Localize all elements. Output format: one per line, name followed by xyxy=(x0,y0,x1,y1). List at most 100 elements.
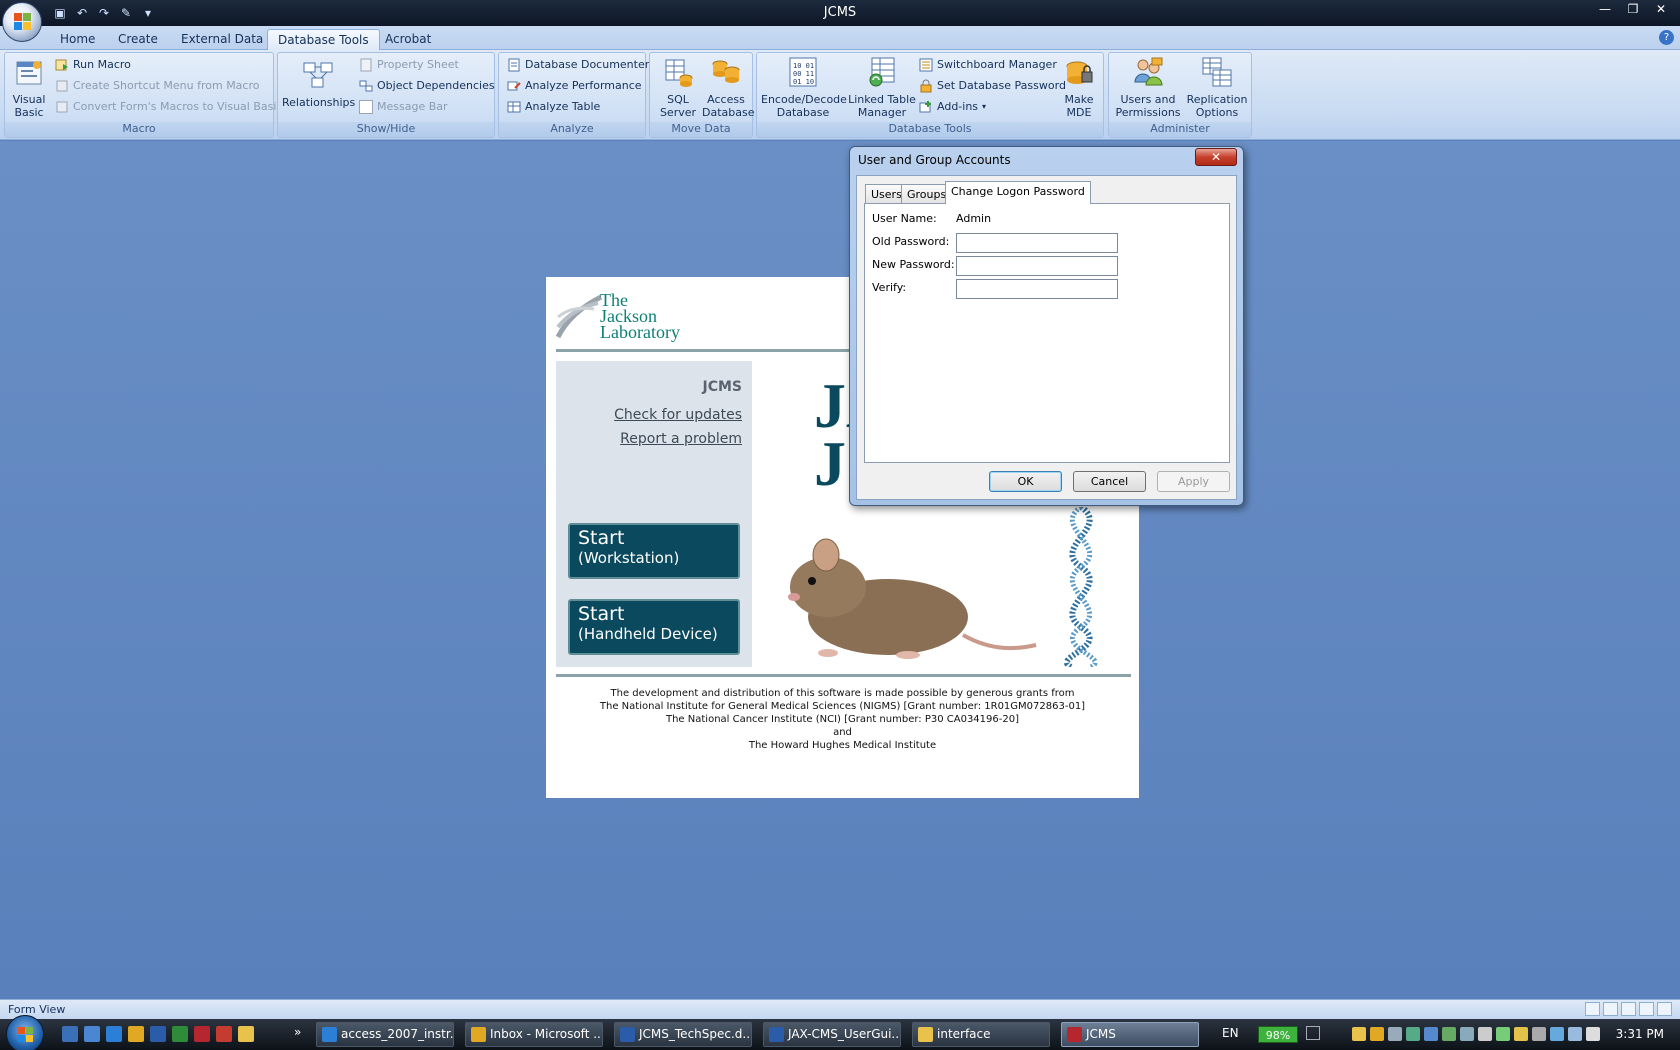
antivirus-icon[interactable] xyxy=(1496,1027,1510,1041)
settings-tray-icon[interactable] xyxy=(1388,1027,1402,1041)
wireless-icon[interactable] xyxy=(1568,1027,1582,1041)
property-sheet-button[interactable]: Property Sheet xyxy=(359,55,459,75)
apply-button[interactable]: Apply xyxy=(1157,471,1230,492)
mail-icon[interactable] xyxy=(1352,1027,1366,1041)
more-quicklaunch-icon[interactable]: » xyxy=(294,1025,301,1039)
sql-server-icon xyxy=(665,59,693,87)
taskbar-item[interactable]: JAX-CMS_UserGui... xyxy=(763,1022,901,1047)
taskbar-item[interactable]: interface xyxy=(912,1022,1050,1047)
access-database-button[interactable]: Access Database xyxy=(702,56,755,119)
old-password-field[interactable] xyxy=(956,233,1118,253)
network-icon[interactable] xyxy=(1306,1026,1320,1040)
relationships-button[interactable]: Relationships xyxy=(282,59,355,109)
access-icon[interactable] xyxy=(194,1026,210,1042)
tab-change-logon-password[interactable]: Change Logon Password xyxy=(945,181,1091,204)
restore-icon[interactable]: ❐ xyxy=(1620,0,1646,18)
make-mde-button[interactable]: Make MDE xyxy=(1057,56,1101,119)
start-workstation-sub: (Workstation) xyxy=(578,549,680,567)
ok-button[interactable]: OK xyxy=(989,471,1062,492)
show-desktop-icon[interactable] xyxy=(62,1026,78,1042)
cancel-button[interactable]: Cancel xyxy=(1073,471,1146,492)
analyze-performance-button[interactable]: Analyze Performance xyxy=(507,76,642,96)
start-workstation-button[interactable]: Start (Workstation) xyxy=(568,523,740,579)
create-shortcut-menu-button[interactable]: Create Shortcut Menu from Macro xyxy=(55,76,259,96)
office-button[interactable] xyxy=(2,2,42,42)
tab-database-tools[interactable]: Database Tools xyxy=(267,29,380,50)
user-name-label: User Name: xyxy=(872,212,937,225)
group-macro: Visual Basic Run Macro Create Shortcut M… xyxy=(4,52,282,138)
form-view-icon[interactable] xyxy=(1585,1002,1600,1016)
dialog-close-button[interactable]: ✕ xyxy=(1195,148,1237,166)
sync-icon[interactable] xyxy=(1424,1027,1438,1041)
security-icon[interactable] xyxy=(1406,1027,1420,1041)
message-bar-checkbox[interactable]: Message Bar xyxy=(359,97,448,117)
datasheet-view-icon[interactable] xyxy=(1603,1002,1618,1016)
sql-server-button[interactable]: SQL Server xyxy=(656,56,700,119)
display-icon[interactable] xyxy=(1550,1027,1564,1041)
taskbar-item[interactable]: JCMS_TechSpec.d... xyxy=(614,1022,752,1047)
taskbar-item[interactable]: Inbox - Microsoft ... xyxy=(465,1022,603,1047)
group-administer: Users and Permissions Replication Option… xyxy=(1108,52,1252,138)
taskbar-item-label: JCMS_TechSpec.d... xyxy=(639,1027,752,1041)
mode-icon[interactable]: ✎ xyxy=(116,3,136,23)
tab-external-data[interactable]: External Data xyxy=(171,29,273,50)
acrobat-icon[interactable] xyxy=(216,1026,232,1042)
undo-icon[interactable]: ↶ xyxy=(72,3,92,23)
analyze-table-button[interactable]: Analyze Table xyxy=(507,97,600,117)
database-documenter-button[interactable]: Database Documenter xyxy=(507,55,649,75)
help-icon[interactable]: ? xyxy=(1659,30,1674,45)
usb-icon[interactable] xyxy=(1532,1027,1546,1041)
switchboard-manager-button[interactable]: Switchboard Manager xyxy=(919,55,1057,75)
make-mde-label: Make MDE xyxy=(1064,93,1094,119)
linked-table-manager-button[interactable]: Linked Table Manager xyxy=(847,56,917,119)
outlook-tray-icon[interactable] xyxy=(1370,1027,1384,1041)
object-dependencies-button[interactable]: Object Dependencies xyxy=(359,76,495,96)
tab-acrobat[interactable]: Acrobat xyxy=(375,29,441,50)
ie-icon[interactable] xyxy=(106,1026,122,1042)
volume-icon[interactable] xyxy=(1586,1027,1600,1041)
update-icon[interactable] xyxy=(1442,1027,1456,1041)
battery-indicator[interactable]: 98% xyxy=(1258,1026,1298,1043)
footer-divider xyxy=(556,674,1131,677)
check-updates-link[interactable]: Check for updates xyxy=(614,407,742,423)
close-icon[interactable]: ✕ xyxy=(1648,0,1674,18)
switch-windows-icon[interactable] xyxy=(84,1026,100,1042)
outlook-icon[interactable] xyxy=(128,1026,144,1042)
save-icon[interactable]: ▣ xyxy=(50,3,70,23)
verify-password-field[interactable] xyxy=(956,279,1118,299)
linked-table-manager-icon xyxy=(869,57,895,87)
shield-icon[interactable] xyxy=(1514,1027,1528,1041)
report-problem-link[interactable]: Report a problem xyxy=(620,431,742,447)
set-database-password-button[interactable]: Set Database Password xyxy=(919,76,1066,96)
taskbar-item[interactable]: access_2007_instr... xyxy=(316,1022,454,1047)
minimize-icon[interactable]: — xyxy=(1592,0,1618,18)
printer-icon[interactable] xyxy=(1478,1027,1492,1041)
design-view-icon[interactable] xyxy=(1639,1002,1654,1016)
convert-macros-button[interactable]: Convert Form's Macros to Visual Basic xyxy=(55,97,282,117)
redo-icon[interactable]: ↷ xyxy=(94,3,114,23)
old-password-label: Old Password: xyxy=(872,235,950,248)
tab-create[interactable]: Create xyxy=(108,29,168,50)
excel-icon[interactable] xyxy=(172,1026,188,1042)
replication-options-button[interactable]: Replication Options xyxy=(1185,56,1249,119)
language-indicator[interactable]: EN xyxy=(1222,1026,1239,1040)
add-ins-button[interactable]: Add-ins ▾ xyxy=(919,97,986,117)
status-text: Form View xyxy=(8,1003,66,1016)
clock[interactable]: 3:31 PM xyxy=(1616,1027,1664,1041)
tab-home[interactable]: Home xyxy=(50,29,105,50)
start-handheld-button[interactable]: Start (Handheld Device) xyxy=(568,599,740,655)
word-icon[interactable] xyxy=(150,1026,166,1042)
new-password-field[interactable] xyxy=(956,256,1118,276)
taskbar-item-active[interactable]: JCMS xyxy=(1061,1022,1199,1047)
encode-decode-button[interactable]: 10 01 00 11 01 10 Encode/Decode Database xyxy=(761,56,847,119)
layout-view-icon[interactable] xyxy=(1621,1002,1636,1016)
pivot-view-icon[interactable] xyxy=(1657,1002,1672,1016)
folder-icon[interactable] xyxy=(238,1026,254,1042)
visual-basic-button[interactable]: Visual Basic xyxy=(9,56,49,119)
users-permissions-button[interactable]: Users and Permissions xyxy=(1113,56,1183,119)
footer-line: The National Cancer Institute (NCI) [Gra… xyxy=(665,714,1019,725)
device-icon[interactable] xyxy=(1460,1027,1474,1041)
customize-toolbar-icon[interactable]: ▾ xyxy=(138,3,158,23)
start-button[interactable] xyxy=(6,1015,44,1050)
run-macro-button[interactable]: Run Macro xyxy=(55,55,131,75)
